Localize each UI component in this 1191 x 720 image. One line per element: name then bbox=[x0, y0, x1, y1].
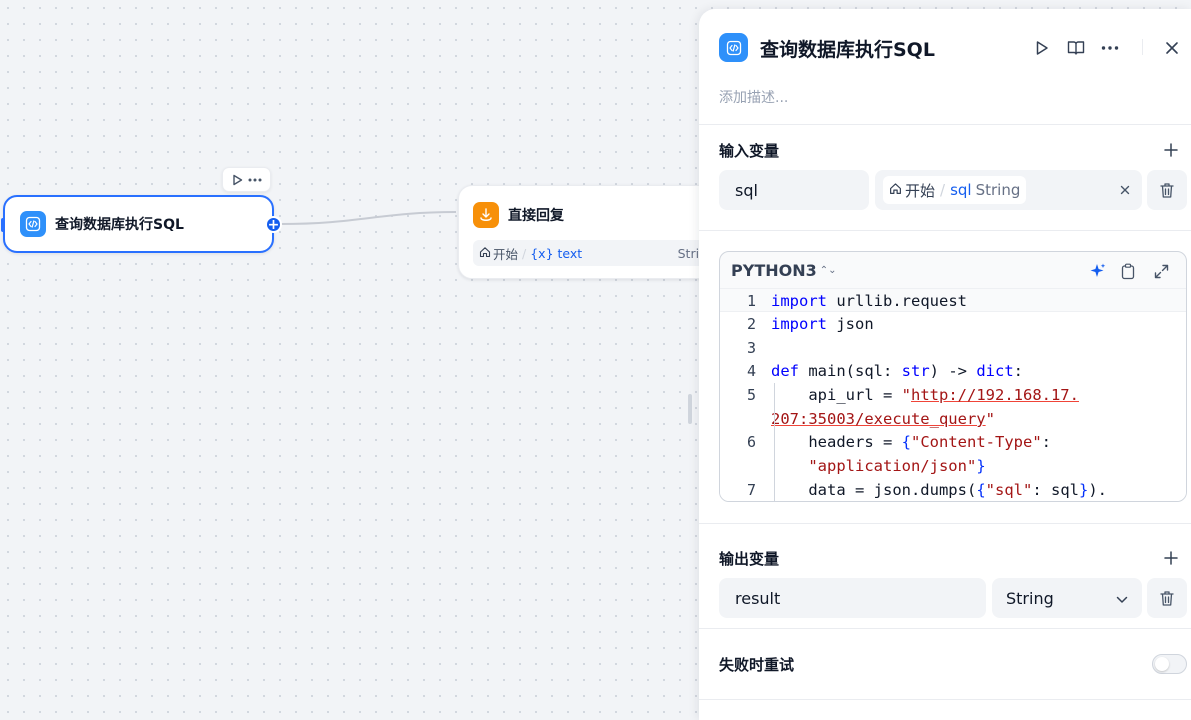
code-node[interactable]: 查询数据库执行SQL + bbox=[1, 195, 282, 253]
divider bbox=[699, 523, 1191, 524]
code-line: 6 headers = {"Content-Type": "applicatio… bbox=[746, 433, 1051, 475]
divider bbox=[699, 230, 1191, 231]
retry-toggle[interactable] bbox=[1152, 654, 1187, 674]
home-icon bbox=[889, 181, 902, 199]
add-next-node-button[interactable]: + bbox=[265, 216, 282, 233]
copy-icon[interactable] bbox=[1119, 262, 1137, 280]
output-type-select[interactable]: String bbox=[992, 578, 1142, 618]
output-variable-name-field[interactable]: result bbox=[719, 578, 986, 618]
panel-resize-handle[interactable] bbox=[688, 394, 692, 424]
code-line: 4 def main(sql: str) -> dict: bbox=[746, 362, 1023, 380]
clear-reference-icon[interactable] bbox=[1116, 181, 1134, 199]
language-selector[interactable]: PYTHON3 ⌃⌄ bbox=[731, 261, 837, 280]
more-icon[interactable] bbox=[247, 172, 263, 188]
add-input-variable-icon[interactable] bbox=[1162, 141, 1180, 159]
delete-input-variable-button[interactable] bbox=[1147, 170, 1187, 210]
target-handle[interactable] bbox=[1, 218, 5, 232]
variable-reference-selector[interactable]: 开始 / sql String bbox=[875, 170, 1142, 210]
input-variable-name-field[interactable]: sql bbox=[719, 170, 869, 210]
trash-icon bbox=[1160, 182, 1174, 198]
code-line: 3 bbox=[746, 339, 756, 357]
output-variables-title: 输出变量 bbox=[719, 550, 780, 568]
delete-output-variable-button[interactable] bbox=[1147, 578, 1187, 618]
workflow-canvas[interactable]: 查询数据库执行SQL + 直接回复 开始 / {x} text Strin bbox=[0, 0, 718, 720]
chevron-updown-icon: ⌃⌄ bbox=[819, 265, 837, 276]
run-node-icon[interactable] bbox=[230, 172, 246, 188]
code-text[interactable]: 1 import urllib.request 2 import json 3 … bbox=[720, 288, 1186, 501]
answer-node-title: 直接回复 bbox=[508, 208, 564, 224]
code-line: 5 api_url = "http://192.168.17. 207:3500… bbox=[746, 386, 1079, 428]
code-icon bbox=[719, 33, 748, 62]
node-toolbar bbox=[222, 167, 271, 192]
connection-edge bbox=[279, 211, 457, 225]
divider bbox=[699, 628, 1191, 629]
code-line: 2 import json bbox=[746, 315, 874, 333]
expand-icon[interactable] bbox=[1152, 262, 1170, 280]
description-input[interactable]: 添加描述... bbox=[719, 87, 788, 107]
answer-node[interactable]: 直接回复 开始 / {x} text Strin bbox=[458, 185, 718, 279]
divider bbox=[699, 124, 1191, 125]
add-output-variable-icon[interactable] bbox=[1162, 549, 1180, 567]
ai-sparkle-icon[interactable] bbox=[1089, 262, 1107, 280]
input-variables-title: 输入变量 bbox=[719, 142, 780, 160]
header-divider bbox=[1142, 39, 1143, 55]
panel-title[interactable]: 查询数据库执行SQL bbox=[760, 35, 935, 62]
indent-guide bbox=[774, 383, 775, 501]
code-line: 1 import urllib.request bbox=[720, 288, 1186, 312]
close-icon[interactable] bbox=[1161, 37, 1183, 59]
divider bbox=[699, 699, 1191, 700]
answer-variable-chip: 开始 / {x} text Strin bbox=[473, 240, 713, 266]
code-node-title: 查询数据库执行SQL bbox=[55, 217, 184, 233]
answer-icon bbox=[473, 202, 499, 228]
home-icon bbox=[479, 246, 491, 261]
code-editor[interactable]: PYTHON3 ⌃⌄ 1 import urllib.request 2 impo… bbox=[719, 251, 1187, 502]
trash-icon bbox=[1160, 590, 1174, 606]
book-icon[interactable] bbox=[1065, 37, 1087, 59]
more-icon[interactable] bbox=[1099, 37, 1121, 59]
node-settings-panel: 查询数据库执行SQL 添加描述... 输入变量 sql 开始 / sql Str… bbox=[699, 9, 1191, 720]
retry-on-failure-label: 失败时重试 bbox=[719, 656, 795, 674]
code-icon bbox=[20, 211, 46, 237]
run-icon[interactable] bbox=[1031, 37, 1053, 59]
chevron-down-icon bbox=[1116, 589, 1128, 608]
code-line: 7 data = json.dumps({"sql": sql}). bbox=[746, 481, 1108, 499]
